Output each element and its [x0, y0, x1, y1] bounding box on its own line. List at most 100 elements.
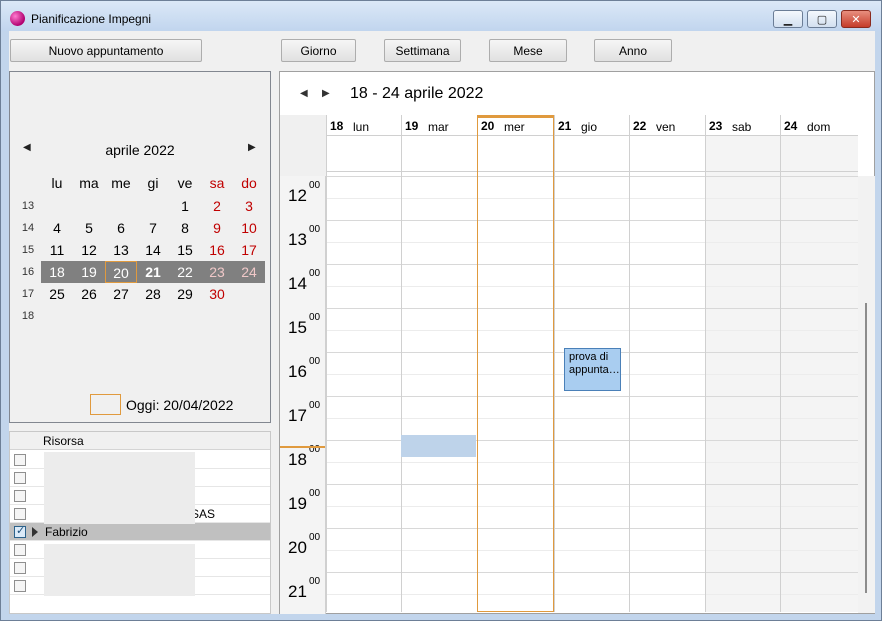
calendar-day[interactable]: 21: [137, 261, 169, 283]
time-gridline: [327, 286, 401, 287]
calendar-day[interactable]: 16: [201, 239, 233, 261]
time-gridline: [781, 418, 858, 419]
year-view-button[interactable]: Anno: [594, 39, 672, 62]
time-gridline: [781, 264, 858, 265]
maximize-button[interactable]: ▢: [807, 10, 837, 28]
day-header[interactable]: 21 gio: [555, 115, 629, 136]
time-gridline: [478, 594, 554, 595]
day-header[interactable]: 18 lun: [327, 115, 401, 136]
day-header[interactable]: 23 sab: [706, 115, 780, 136]
day-header[interactable]: 22 ven: [630, 115, 705, 136]
resource-checkbox[interactable]: [14, 472, 26, 484]
next-week-icon[interactable]: ▶: [322, 88, 330, 99]
time-gridline: [478, 550, 554, 551]
time-gridline: [402, 594, 477, 595]
calendar-day[interactable]: 28: [137, 283, 169, 305]
calendar-day[interactable]: 23: [201, 261, 233, 283]
month-view-button[interactable]: Mese: [489, 39, 567, 62]
calendar-day[interactable]: 17: [233, 239, 265, 261]
calendar-day[interactable]: 19: [73, 261, 105, 283]
calendar-day[interactable]: 18: [41, 261, 73, 283]
calendar-day[interactable]: 15: [169, 239, 201, 261]
resource-checkbox[interactable]: [14, 580, 26, 592]
resource-checkbox[interactable]: [14, 508, 26, 520]
time-gridline: [630, 242, 705, 243]
calendar-day[interactable]: 13: [105, 239, 137, 261]
calendar-day[interactable]: 6: [105, 217, 137, 239]
resource-checkbox[interactable]: [14, 524, 26, 538]
new-appointment-button[interactable]: Nuovo appuntamento: [10, 39, 202, 62]
selected-time-slot[interactable]: [401, 435, 476, 457]
calendar-day[interactable]: 2: [201, 195, 233, 217]
minimize-button[interactable]: ▁: [773, 10, 803, 28]
calendar-day[interactable]: 4: [41, 217, 73, 239]
resource-checkbox[interactable]: [14, 562, 26, 574]
time-gridline: [630, 286, 705, 287]
title-bar: Pianificazione Impegni ▁ ▢ ✕: [1, 1, 881, 31]
time-gridline: [781, 242, 858, 243]
calendar-day[interactable]: 7: [137, 217, 169, 239]
scrollbar-thumb[interactable]: [865, 303, 867, 593]
day-header[interactable]: 19 mar: [402, 115, 477, 136]
day-column[interactable]: 24 dom: [780, 115, 858, 612]
day-column[interactable]: 23 sab: [705, 115, 780, 612]
time-gridline: [630, 462, 705, 463]
resource-checkbox[interactable]: [14, 490, 26, 502]
calendar-day[interactable]: 10: [233, 217, 265, 239]
appointment[interactable]: prova di appunta…: [564, 348, 621, 391]
resource-checkbox[interactable]: [14, 544, 26, 556]
all-day-slot[interactable]: [555, 136, 629, 172]
calendar-day[interactable]: 27: [105, 283, 137, 305]
time-gridline: [478, 286, 554, 287]
day-view-button[interactable]: Giorno: [281, 39, 356, 62]
calendar-day[interactable]: 11: [41, 239, 73, 261]
calendar-day[interactable]: 30: [201, 283, 233, 305]
time-gridline: [478, 264, 554, 265]
day-name: sab: [732, 120, 752, 134]
time-gridline: [781, 594, 858, 595]
calendar-day[interactable]: 12: [73, 239, 105, 261]
calendar-day[interactable]: 29: [169, 283, 201, 305]
all-day-slot[interactable]: [327, 136, 401, 172]
all-day-slot[interactable]: [478, 136, 554, 172]
time-gridline: [402, 176, 477, 177]
today-label[interactable]: Oggi: 20/04/2022: [126, 397, 233, 413]
calendar-day[interactable]: 5: [73, 217, 105, 239]
resource-row[interactable]: Fabrizio: [10, 523, 270, 541]
time-gutter: 12 00 13 00 14 00 15 00 16 00 17 00 18 00 19 00 20 00 21 00: [280, 176, 326, 614]
all-day-slot[interactable]: [781, 136, 858, 172]
resource-checkbox[interactable]: [14, 454, 26, 466]
calendar-day[interactable]: 22: [169, 261, 201, 283]
calendar-day[interactable]: 1: [169, 195, 201, 217]
time-gridline: [706, 198, 780, 199]
time-gridline: [402, 418, 477, 419]
day-column[interactable]: 19 mar: [401, 115, 477, 612]
prev-week-icon[interactable]: ◀: [300, 88, 308, 99]
all-day-slot[interactable]: [402, 136, 477, 172]
mini-calendar: ◀ ▶ aprile 2022 lu ma me gi ve sa do 13 14 15 16 17…: [9, 71, 271, 423]
all-day-slot[interactable]: [630, 136, 705, 172]
day-column[interactable]: 20 mer: [477, 115, 554, 612]
time-gridline: [327, 176, 401, 177]
close-button[interactable]: ✕: [841, 10, 871, 28]
week-number: 13: [21, 200, 35, 212]
calendar-day[interactable]: 25: [41, 283, 73, 305]
day-name: mar: [428, 120, 449, 134]
calendar-day[interactable]: 24: [233, 261, 265, 283]
calendar-day[interactable]: 3: [233, 195, 265, 217]
day-header[interactable]: 24 dom: [781, 115, 858, 136]
day-column[interactable]: 22 ven: [629, 115, 705, 612]
calendar-day[interactable]: 20: [105, 261, 137, 283]
time-gridline: [706, 176, 780, 177]
week-number: 15: [21, 244, 35, 256]
calendar-day[interactable]: 9: [201, 217, 233, 239]
vertical-scrollbar[interactable]: [858, 176, 875, 613]
all-day-slot[interactable]: [706, 136, 780, 172]
day-header[interactable]: 20 mer: [478, 115, 554, 136]
calendar-day[interactable]: 8: [169, 217, 201, 239]
week-view-button[interactable]: Settimana: [384, 39, 461, 62]
calendar-day[interactable]: 26: [73, 283, 105, 305]
day-column[interactable]: 18 lun: [326, 115, 401, 612]
week-number: 17: [21, 288, 35, 300]
calendar-day[interactable]: 14: [137, 239, 169, 261]
